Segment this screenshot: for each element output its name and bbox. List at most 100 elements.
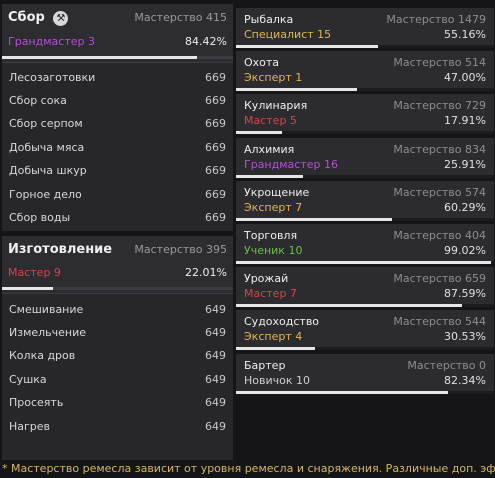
lifeskill-rank: Новичок 10: [244, 373, 310, 387]
skill-row-gathering[interactable]: Лесозаготовки 669: [2, 66, 233, 88]
lifeskill-mastery: Мастерство 834: [393, 142, 486, 156]
lifeskill-card[interactable]: Алхимия Мастерство 834 Грандмастер 16 25.91…: [236, 137, 494, 178]
lifeskill-name: Кулинария: [244, 99, 308, 113]
lifeskill-card[interactable]: Судоходство Мастерство 544 Эксперт 4 30.53%: [236, 310, 494, 351]
lifeskill-mastery: Мастерство 514: [393, 56, 486, 70]
lifeskill-progress-bar: [236, 261, 494, 264]
gathering-title: Сбор: [8, 10, 45, 25]
skill-row-crafting[interactable]: Колка дров 649: [2, 345, 233, 367]
lifeskill-percent: 87.59%: [444, 287, 486, 301]
lifeskill-progress-fill: [236, 390, 449, 394]
skill-row-gathering[interactable]: Горное дело 669: [2, 183, 233, 205]
lifeskill-progress-fill: [236, 174, 303, 178]
lifeskill-name: Рыбалка: [244, 13, 294, 26]
skill-value: 649: [205, 396, 226, 410]
gathering-title-wrap: Сбор ⚒: [8, 10, 69, 26]
crafting-percent: 22.01%: [185, 266, 227, 279]
skill-name: Сбор серпом: [9, 117, 83, 131]
skill-row-gathering[interactable]: Сбор сока 669: [2, 89, 233, 111]
gathering-header: Сбор ⚒ Мастерство 415 Грандмастер 3 84.4…: [2, 4, 233, 63]
lifeskill-mastery: Мастерство 0: [407, 358, 486, 372]
lifeskill-mastery: Мастерство 544: [393, 315, 486, 329]
lifeskill-progress-bar: [236, 174, 494, 178]
lifeskill-progress-bar: [236, 347, 494, 351]
lifeskill-progress-fill: [236, 88, 358, 92]
lifeskill-progress-bar: [236, 45, 494, 48]
skill-name: Лесозаготовки: [9, 70, 96, 84]
lifeskill-progress-fill: [236, 45, 379, 48]
gathering-progress-bar: [2, 56, 233, 59]
lifeskill-card[interactable]: Бартер Мастерство 0 Новичок 10 82.34%: [236, 353, 494, 394]
crafting-progress-bar: [2, 287, 233, 290]
skill-row-gathering[interactable]: Добыча шкур 669: [2, 160, 233, 182]
skill-name: Горное дело: [9, 187, 82, 201]
lifeskill-progress-bar: [236, 390, 494, 394]
lifeskill-name: Урожай: [244, 272, 289, 286]
skill-row-crafting[interactable]: Смешивание 649: [2, 298, 233, 320]
lifeskill-card[interactable]: Урожай Мастерство 659 Мастер 7 87.59%: [236, 267, 494, 308]
lifeskill-progress-bar: [236, 131, 494, 135]
lifeskill-progress-fill: [236, 131, 283, 135]
lifeskill-progress-fill: [236, 304, 462, 308]
skill-row-gathering[interactable]: Добыча мяса 669: [2, 136, 233, 158]
lifeskill-percent: 30.53%: [444, 330, 486, 344]
lifeskill-card[interactable]: Торговля Мастерство 404 Ученик 10 99.02%: [236, 224, 494, 264]
lifeskill-card[interactable]: Кулинария Мастерство 729 Мастер 5 17.91%: [236, 94, 494, 135]
skill-name: Сбор сока: [9, 93, 67, 107]
skill-value: 669: [205, 70, 226, 84]
gathering-rank: Грандмастер 3: [8, 35, 95, 48]
crafting-progress-fill: [2, 287, 53, 290]
lifeskill-card[interactable]: Укрощение Мастерство 574 Эксперт 7 60.29%: [236, 180, 494, 221]
skill-value: 669: [205, 140, 226, 154]
skill-value: 669: [205, 187, 226, 201]
footer-note: * Мастерство ремесла зависит от уровня р…: [2, 462, 495, 475]
lifeskill-percent: 17.91%: [444, 114, 486, 128]
lifeskill-mastery: Мастерство 574: [393, 185, 486, 199]
lifeskill-progress-fill: [236, 217, 392, 221]
lifeskill-percent: 47.00%: [444, 71, 486, 85]
lifeskill-mastery: Мастерство 659: [393, 272, 486, 286]
skill-value: 669: [205, 164, 226, 178]
skill-row-crafting[interactable]: Сушка 649: [2, 368, 233, 390]
skill-row-gathering[interactable]: Сбор серпом 669: [2, 113, 233, 135]
skill-name: Смешивание: [9, 302, 84, 316]
skill-name: Просеять: [9, 396, 64, 410]
lifeskill-name: Судоходство: [244, 315, 320, 329]
crafting-header: Изготовление Мастерство 395 Мастер 9 22.…: [2, 236, 233, 294]
skill-row-gathering[interactable]: Сбор воды 669: [2, 206, 233, 228]
skill-value: 649: [205, 325, 226, 339]
skill-name: Добыча мяса: [9, 140, 85, 154]
lifeskill-mastery: Мастерство 404: [393, 229, 486, 242]
lifeskill-percent: 82.34%: [444, 373, 486, 387]
lifeskill-progress-fill: [236, 347, 315, 351]
gathering-mastery: Мастерство 415: [134, 11, 227, 25]
lifeskill-rank: Грандмастер 16: [244, 157, 338, 171]
skill-value: 649: [205, 302, 226, 316]
lifeskill-percent: 25.91%: [444, 157, 486, 171]
skill-name: Добыча шкур: [9, 164, 87, 178]
lifeskill-rank: Мастер 7: [244, 287, 297, 301]
lifeskill-name: Торговля: [244, 229, 298, 242]
lifeskill-progress-bar: [236, 88, 494, 92]
gathering-progress-fill: [2, 56, 197, 59]
skill-value: 649: [205, 349, 226, 363]
lifeskill-rank: Ученик 10: [244, 244, 303, 257]
skill-name: Измельчение: [9, 325, 87, 339]
skill-name: Сбор воды: [9, 210, 71, 224]
skill-value: 649: [205, 419, 226, 433]
crafting-rank: Мастер 9: [8, 266, 61, 279]
skill-row-crafting[interactable]: Просеять 649: [2, 392, 233, 414]
skill-row-crafting[interactable]: Нагрев 649: [2, 415, 233, 437]
skill-value: 649: [205, 372, 226, 386]
lifeskill-rank: Эксперт 7: [244, 200, 303, 214]
lifeskill-progress-bar: [236, 217, 494, 221]
lifeskill-card[interactable]: Охота Мастерство 514 Эксперт 1 47.00%: [236, 51, 494, 92]
gathering-percent: 84.42%: [185, 35, 227, 48]
lifeskill-progress-bar: [236, 304, 494, 308]
lifeskill-rank: Эксперт 4: [244, 330, 303, 344]
lifeskill-card[interactable]: Рыбалка Мастерство 1479 Специалист 15 55.16…: [236, 8, 494, 48]
skill-row-crafting[interactable]: Измельчение 649: [2, 321, 233, 343]
crafting-mastery: Мастерство 395: [134, 243, 227, 256]
lifeskill-progress-fill: [236, 261, 492, 264]
skill-name: Нагрев: [9, 419, 51, 433]
